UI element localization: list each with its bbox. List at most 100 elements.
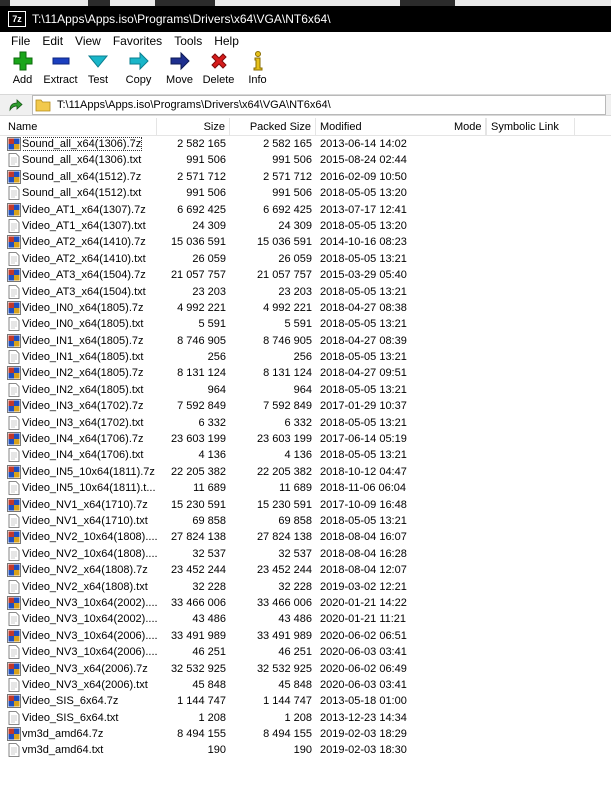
col-symbolic-link[interactable]: Symbolic Link: [487, 118, 575, 136]
file-packed-size-text: 8 494 155: [263, 728, 312, 741]
file-row[interactable]: Video_AT1_x64(1307).txt 24 309 24 309 2018-…: [0, 218, 611, 234]
file-row[interactable]: Sound_all_x64(1512).txt 991 506 991 506 201…: [0, 185, 611, 201]
col-packed-size[interactable]: Packed Size: [230, 118, 316, 136]
file-size-text: 8 494 155: [177, 728, 226, 741]
file-row[interactable]: Video_IN0_x64(1805).7z 4 992 221 4 992 221…: [0, 300, 611, 316]
file-packed-size: 8 746 905: [232, 333, 314, 349]
file-modified-text: 2018-05-05 13:21: [320, 351, 407, 364]
file-modified: 2018-10-12 04:47: [320, 464, 432, 480]
file-row[interactable]: Video_NV3_10x64(2006).... 46 251 46 251 202…: [0, 644, 611, 660]
archive-file-icon: [7, 497, 21, 512]
file-row[interactable]: Video_IN2_x64(1805).txt 964 964 2018-05-05 …: [0, 382, 611, 398]
menu-help[interactable]: Help: [209, 34, 246, 48]
file-packed-size: 22 205 382: [232, 464, 314, 480]
file-row[interactable]: Video_AT3_x64(1504).7z 21 057 757 21 057 7…: [0, 267, 611, 283]
file-list[interactable]: Name Size Packed Size Modified Mode Symb…: [0, 118, 611, 800]
file-row[interactable]: Sound_all_x64(1306).txt 991 506 991 506 201…: [0, 152, 611, 168]
file-row[interactable]: vm3d_amd64.txt 190 190 2019-02-03 18:30: [0, 742, 611, 758]
file-size-text: 11 689: [193, 482, 226, 495]
file-modified-text: 2018-05-05 13:21: [320, 449, 407, 462]
file-name-text: Video_NV3_10x64(2006)....: [22, 629, 157, 642]
text-file-icon: [7, 710, 21, 725]
file-row[interactable]: Video_NV2_10x64(1808).... 27 824 138 27 82…: [0, 529, 611, 545]
file-size-text: 69 858: [192, 514, 226, 527]
file-size: 11 689: [157, 480, 228, 496]
file-row[interactable]: Video_SIS_6x64.7z 1 144 747 1 144 747 2013-…: [0, 693, 611, 709]
text-file-icon: [7, 251, 21, 266]
file-row[interactable]: Video_NV1_x64(1710).txt 69 858 69 858 2018-…: [0, 513, 611, 529]
col-name[interactable]: Name: [0, 118, 157, 136]
file-row[interactable]: Video_NV3_10x64(2002).... 43 486 43 486 202…: [0, 611, 611, 627]
archive-file-icon: [7, 694, 21, 709]
plus-icon: [11, 50, 35, 72]
file-modified-text: 2018-04-27 09:51: [320, 367, 407, 380]
file-size: 26 059: [157, 251, 228, 267]
menu-favorites[interactable]: Favorites: [108, 34, 169, 48]
file-row[interactable]: Video_IN4_x64(1706).txt 4 136 4 136 2018-05…: [0, 447, 611, 463]
file-row[interactable]: Video_AT2_x64(1410).txt 26 059 26 059 2018-…: [0, 251, 611, 267]
address-field[interactable]: T:\11Apps\Apps.iso\Programs\Drivers\x64\…: [32, 95, 606, 115]
file-modified: 2016-02-09 10:50: [320, 169, 432, 185]
file-row[interactable]: Video_IN3_x64(1702).7z 7 592 849 7 592 849…: [0, 398, 611, 414]
file-row[interactable]: Video_AT1_x64(1307).7z 6 692 425 6 692 425…: [0, 202, 611, 218]
file-packed-size-text: 15 230 591: [256, 498, 312, 511]
file-modified-text: 2018-05-05 13:21: [320, 285, 407, 298]
file-row[interactable]: Video_IN3_x64(1702).txt 6 332 6 332 2018-05…: [0, 415, 611, 431]
info-button[interactable]: Info: [239, 50, 276, 86]
file-row[interactable]: Video_SIS_6x64.txt 1 208 1 208 2013-12-23 1…: [0, 710, 611, 726]
file-packed-size: 8 494 155: [232, 726, 314, 742]
file-row[interactable]: Video_IN4_x64(1706).7z 23 603 199 23 603 1…: [0, 431, 611, 447]
file-name-text: Video_NV3_x64(2006).7z: [22, 662, 148, 675]
file-row[interactable]: Video_IN5_10x64(1811).7z 22 205 382 22 205…: [0, 464, 611, 480]
menu-edit[interactable]: Edit: [37, 34, 70, 48]
file-row[interactable]: Video_NV2_10x64(1808).... 32 537 32 537 201…: [0, 546, 611, 562]
delete-button[interactable]: Delete: [200, 50, 237, 86]
file-row[interactable]: Video_IN0_x64(1805).txt 5 591 5 591 2018-05…: [0, 316, 611, 332]
file-row[interactable]: Video_IN5_10x64(1811).t... 11 689 11 689 20…: [0, 480, 611, 496]
menu-tools[interactable]: Tools: [169, 34, 209, 48]
menu-view[interactable]: View: [70, 34, 108, 48]
col-mode[interactable]: Mode: [450, 118, 487, 136]
file-row[interactable]: Video_NV3_10x64(2006).... 33 491 989 33 49…: [0, 628, 611, 644]
file-modified: 2013-06-14 14:02: [320, 136, 432, 152]
file-size-text: 5 591: [198, 318, 226, 331]
file-row[interactable]: Video_NV2_x64(1808).7z 23 452 244 23 452 2…: [0, 562, 611, 578]
move-button[interactable]: Move: [161, 50, 198, 86]
file-size: 2 582 165: [157, 136, 228, 152]
file-row[interactable]: Video_NV3_x64(2006).7z 32 532 925 32 532 9…: [0, 661, 611, 677]
file-name-text: Video_AT3_x64(1504).7z: [22, 269, 146, 282]
file-row[interactable]: Video_NV3_10x64(2002).... 33 466 006 33 46…: [0, 595, 611, 611]
col-size[interactable]: Size: [157, 118, 230, 136]
file-packed-size: 5 591: [232, 316, 314, 332]
up-folder-button[interactable]: [4, 95, 26, 115]
extract-button[interactable]: Extract: [41, 50, 80, 86]
minus-icon: [49, 50, 73, 72]
file-row[interactable]: Sound_all_x64(1512).7z 2 571 712 2 571 712…: [0, 169, 611, 185]
title-bar[interactable]: 7z T:\11Apps\Apps.iso\Programs\Drivers\x…: [0, 6, 611, 32]
file-row[interactable]: Video_NV2_x64(1808).txt 32 228 32 228 2019-…: [0, 579, 611, 595]
file-size-text: 24 309: [192, 219, 226, 232]
file-row[interactable]: Sound_all_x64(1306).7z 2 582 165 2 582 165…: [0, 136, 611, 152]
7zip-app-icon[interactable]: 7z: [8, 11, 26, 27]
file-row[interactable]: vm3d_amd64.7z 8 494 155 8 494 155 2019-02-0…: [0, 726, 611, 742]
file-size-text: 256: [207, 351, 226, 364]
test-button[interactable]: Test: [80, 50, 116, 86]
file-row[interactable]: Video_AT3_x64(1504).txt 23 203 23 203 2018-…: [0, 284, 611, 300]
file-size: 23 203: [157, 284, 228, 300]
file-name: Video_AT2_x64(1410).7z: [22, 234, 157, 250]
menu-file[interactable]: File: [6, 34, 37, 48]
archive-file-icon: [7, 301, 21, 315]
file-packed-size-text: 11 689: [279, 482, 312, 495]
file-row[interactable]: Video_IN2_x64(1805).7z 8 131 124 8 131 124…: [0, 365, 611, 381]
text-file-icon: [7, 317, 21, 332]
file-row[interactable]: Video_IN1_x64(1805).7z 8 746 905 8 746 905…: [0, 333, 611, 349]
copy-button[interactable]: Copy: [120, 50, 157, 86]
file-row[interactable]: Video_NV3_x64(2006).txt 45 848 45 848 2020-…: [0, 677, 611, 693]
file-modified: 2018-04-27 09:51: [320, 365, 432, 381]
file-packed-size: 33 491 989: [232, 628, 314, 644]
add-button[interactable]: Add: [4, 50, 41, 86]
file-row[interactable]: Video_AT2_x64(1410).7z 15 036 591 15 036 5…: [0, 234, 611, 250]
file-modified-text: 2017-06-14 05:19: [320, 433, 407, 446]
file-row[interactable]: Video_NV1_x64(1710).7z 15 230 591 15 230 5…: [0, 497, 611, 513]
file-row[interactable]: Video_IN1_x64(1805).txt 256 256 2018-05-05 …: [0, 349, 611, 365]
